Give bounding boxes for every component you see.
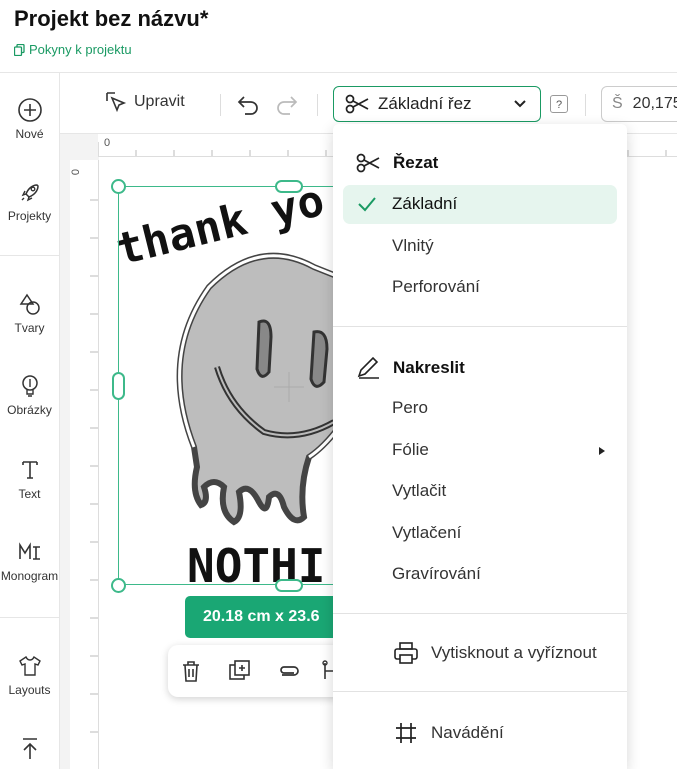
menu-section-draw-label: Nakreslit [393, 358, 465, 377]
resize-handle-left[interactable] [112, 372, 125, 400]
toolbar-divider [220, 94, 221, 116]
menu-item-foil[interactable]: Fólie [392, 440, 429, 460]
ruler-left-ticks [90, 199, 98, 733]
sidebar-item-label: Layouts [8, 683, 51, 697]
rocket-icon [21, 184, 39, 202]
sidebar-item-projects[interactable]: Projekty [0, 179, 59, 223]
left-sidebar: Nové Projekty Tvary Obrázky Text Monogra… [0, 73, 60, 769]
pen-icon [357, 356, 379, 379]
upload-icon [22, 738, 37, 759]
menu-item-guide[interactable]: Navádění [393, 721, 504, 745]
menu-item-basic[interactable] [343, 185, 617, 224]
sidebar-item-label: Projekty [7, 209, 52, 223]
sidebar-item-label: Nové [15, 127, 44, 141]
sidebar-item-label: Obrázky [7, 403, 52, 417]
sidebar-item-layouts[interactable]: Layouts [0, 653, 59, 697]
sidebar-item-monogram[interactable]: Monogram [0, 539, 59, 583]
project-instructions-label: Pokyny k projektu [29, 42, 132, 57]
menu-divider [333, 326, 627, 327]
check-icon [358, 197, 376, 212]
project-title[interactable]: Projekt bez názvu* [14, 6, 208, 32]
sidebar-divider [0, 255, 59, 256]
menu-section-cut: Řezat [355, 152, 438, 174]
menu-item-label: Vytisknout a vyříznout [431, 643, 597, 662]
sidebar-item-shapes[interactable]: Tvary [0, 291, 59, 335]
monogram-icon [18, 542, 40, 560]
plus-circle-icon [17, 98, 42, 122]
sidebar-item-label: Text [18, 487, 41, 501]
dimensions-badge: 20.18 cm x 23.6 [185, 596, 345, 638]
menu-item-deboss[interactable]: Vytlačení [392, 523, 461, 543]
operation-select-label: Základní řez [378, 94, 472, 113]
menu-section-draw: Nakreslit [355, 356, 465, 380]
menu-divider [333, 613, 627, 614]
menu-item-engrave[interactable]: Gravírování [392, 564, 481, 584]
menu-item-wavy[interactable]: Vlnitý [392, 236, 434, 256]
sidebar-item-images[interactable]: Obrázky [0, 373, 59, 417]
toolbar-divider [317, 94, 318, 116]
copy-icon [14, 43, 25, 56]
sidebar-item-upload[interactable] [0, 735, 59, 765]
help-button[interactable]: ? [550, 95, 568, 113]
shapes-icon [19, 293, 40, 315]
edit-label: Upravit [134, 93, 185, 110]
menu-item-emboss[interactable]: Vytlačit [392, 481, 446, 501]
menu-item-label: Základní [392, 194, 458, 213]
ruler-corner [70, 134, 98, 160]
width-prefix: Š [612, 95, 623, 112]
operation-select[interactable]: Základní řez [333, 86, 541, 122]
menu-item-print-then-cut[interactable]: Vytisknout a vyříznout [393, 641, 597, 665]
scissors-icon [356, 153, 380, 173]
resize-handle-bottom[interactable] [275, 579, 303, 592]
bulb-icon [21, 375, 38, 397]
menu-divider [333, 691, 627, 692]
resize-handle-bottom-left[interactable] [111, 578, 126, 593]
redo-icon[interactable] [275, 93, 299, 115]
undo-icon[interactable] [236, 93, 260, 115]
edit-cursor-icon [106, 92, 127, 113]
chevron-down-icon [514, 100, 526, 108]
sidebar-item-label: Tvary [14, 321, 45, 335]
submenu-arrow-icon [599, 447, 605, 455]
trash-icon[interactable] [180, 659, 202, 683]
sidebar-item-new[interactable]: Nové [0, 97, 59, 141]
width-value: 20,175 [632, 95, 677, 112]
printer-icon [394, 642, 418, 664]
width-field[interactable]: Š 20,175 [601, 86, 677, 122]
duplicate-icon[interactable] [228, 659, 252, 683]
resize-handle-top[interactable] [275, 180, 303, 193]
scissors-icon [345, 94, 369, 114]
shirt-icon [18, 655, 41, 676]
sidebar-item-text[interactable]: Text [0, 457, 59, 501]
operation-dropdown-menu: Řezat Základní Vlnitý Perforování Nakres… [333, 124, 627, 769]
toolbar-divider [585, 94, 586, 116]
sidebar-item-label: Monogram [0, 569, 59, 583]
hash-icon [396, 723, 416, 743]
ruler-left: 0 [70, 160, 99, 769]
menu-item-pen[interactable]: Pero [392, 398, 428, 418]
menu-section-cut-label: Řezat [393, 153, 439, 172]
menu-item-perforated[interactable]: Perforování [392, 277, 480, 297]
text-icon [21, 461, 38, 479]
edit-button[interactable]: Upravit [104, 90, 185, 114]
sidebar-divider [0, 617, 59, 618]
menu-item-label: Navádění [431, 723, 504, 742]
resize-handle-top-left[interactable] [111, 179, 126, 194]
attach-icon[interactable] [276, 659, 302, 683]
project-instructions-link[interactable]: Pokyny k projektu [14, 42, 132, 57]
